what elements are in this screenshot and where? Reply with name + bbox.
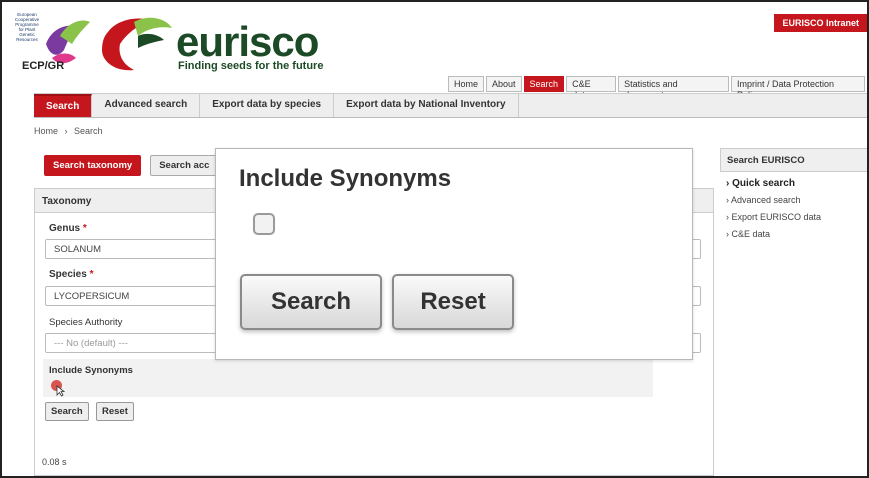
nav-export-by-inventory[interactable]: Export data by National Inventory [334, 94, 519, 117]
required-mark: * [82, 223, 87, 234]
species-label: Species * [49, 269, 94, 280]
zoom-callout: Include Synonyms Search Reset [215, 148, 693, 360]
synonyms-row: Include Synonyms [43, 359, 653, 397]
logo-tagline: Finding seeds for the future [178, 60, 324, 72]
toplink-ce-data[interactable]: C&E data [566, 76, 617, 100]
toplink-home[interactable]: Home [448, 76, 485, 92]
include-synonyms-label: Include Synonyms [49, 365, 133, 376]
main-nav: Search Advanced search Export data by sp… [34, 93, 867, 118]
species-label-text: Species [49, 269, 87, 280]
nav-advanced-search[interactable]: Advanced search [92, 94, 201, 117]
breadcrumb-home[interactable]: Home [34, 126, 58, 136]
toplink-about[interactable]: About [486, 76, 522, 92]
nav-export-by-species[interactable]: Export data by species [200, 94, 335, 117]
breadcrumb-current: Search [74, 126, 103, 136]
eurisco-wordmark: eurisco [176, 18, 319, 65]
zoom-search-button[interactable]: Search [240, 274, 382, 330]
sidebar-item-advanced-search[interactable]: › Advanced search [720, 192, 867, 209]
top-nav: Home About Search C&E data Statistics an… [448, 76, 867, 100]
zoom-reset-button[interactable]: Reset [392, 274, 514, 330]
required-mark: * [89, 269, 94, 280]
sidebar-item-export-data[interactable]: › Export EURISCO data [720, 209, 867, 226]
zoom-synonyms-checkbox[interactable] [253, 213, 275, 235]
sidebar-item-quick-search[interactable]: › Quick search [720, 175, 867, 192]
query-timing: 0.08 s [42, 457, 67, 467]
breadcrumb-separator: › [64, 126, 68, 136]
search-button[interactable]: Search [45, 402, 89, 421]
toplink-imprint[interactable]: Imprint / Data Protection Policy [730, 76, 865, 100]
ecpgr-name: ECP/GR [22, 60, 65, 72]
genus-label-text: Genus [49, 223, 81, 234]
tab-search-taxonomy[interactable]: Search taxonomy [44, 155, 142, 176]
species-authority-label: Species Authority [49, 317, 123, 328]
intranet-button[interactable]: EURISCO Intranet [774, 14, 867, 32]
genus-label: Genus * [49, 223, 87, 234]
tab-search-accessions[interactable]: Search acc [150, 155, 219, 176]
cursor-icon [56, 385, 65, 397]
reset-button[interactable]: Reset [96, 402, 134, 421]
sidebar-title: Search EURISCO [720, 148, 867, 172]
toplink-statistics[interactable]: Statistics and documents [618, 76, 729, 100]
breadcrumb: Home › Search [34, 126, 103, 136]
nav-search[interactable]: Search [34, 94, 93, 117]
toplink-search[interactable]: Search [523, 76, 565, 92]
sidebar: Search EURISCO › Quick search › Advanced… [720, 148, 867, 248]
browser-frame: European Cooperative Programme for Plant… [0, 0, 869, 478]
sidebar-item-ce-data[interactable]: › C&E data [720, 226, 867, 243]
site-logo[interactable]: European Cooperative Programme for Plant… [8, 8, 328, 78]
search-subtabs: Search taxonomy Search acc [44, 155, 227, 176]
zoom-title: Include Synonyms [239, 165, 452, 192]
